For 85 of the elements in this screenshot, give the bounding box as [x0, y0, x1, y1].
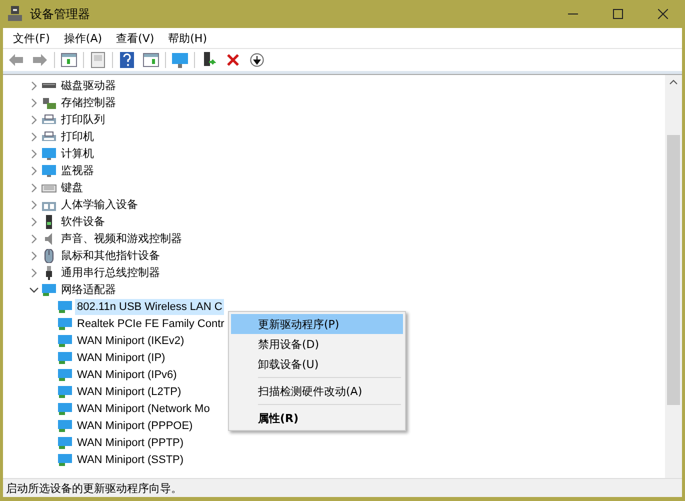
tree-item[interactable]: 计算机	[59, 146, 96, 162]
tree-item[interactable]: WAN Miniport (IKEv2)	[75, 332, 186, 348]
expand-chevron-icon[interactable]	[29, 268, 39, 278]
expand-chevron-icon[interactable]	[29, 166, 39, 176]
tree-item[interactable]: 通用串行总线控制器	[59, 264, 162, 280]
menu-item[interactable]: 操作(A)	[56, 30, 110, 46]
expand-chevron-icon[interactable]	[29, 200, 39, 210]
tree-item[interactable]: 802.11n USB Wireless LAN C	[75, 298, 224, 314]
maximize-icon	[612, 9, 622, 19]
network-adapter-icon	[57, 334, 73, 348]
context-menu-item[interactable]: 扫描检测硬件改动(A)	[231, 381, 403, 401]
tree-item[interactable]: WAN Miniport (PPTP)	[75, 434, 186, 450]
context-menu-item[interactable]: 禁用设备(D)	[231, 334, 403, 354]
tree-item[interactable]: 鼠标和其他指针设备	[59, 248, 162, 264]
printer-icon	[41, 112, 57, 126]
context-menu-item[interactable]: 卸载设备(U)	[231, 354, 403, 374]
help-button[interactable]	[117, 50, 137, 70]
expand-chevron-icon[interactable]	[29, 114, 39, 124]
expand-chevron-icon[interactable]	[29, 182, 39, 192]
tree-item[interactable]: Realtek PCIe FE Family Contr	[75, 316, 226, 332]
tree-item[interactable]: 人体学输入设备	[59, 196, 140, 212]
tree-item[interactable]: WAN Miniport (IP)	[75, 350, 168, 366]
context-menu-item[interactable]: 更新驱动程序(P)	[231, 314, 403, 334]
network-adapter-icon	[57, 452, 73, 466]
network-adapter-icon	[57, 384, 73, 398]
monitor-icon	[41, 164, 57, 178]
storage-controller-icon	[41, 96, 57, 110]
scrollbar[interactable]	[665, 75, 682, 478]
back-arrow-icon	[9, 54, 23, 66]
properties-button[interactable]	[88, 50, 108, 70]
device-arrow-icon	[202, 52, 216, 68]
network-adapter-icon	[57, 300, 73, 314]
menu-item[interactable]: 文件(F)	[6, 30, 57, 46]
network-adapter-icon	[57, 402, 73, 416]
toolbar-button[interactable]	[59, 50, 79, 70]
tree-item[interactable]: WAN Miniport (SSTP)	[75, 452, 186, 468]
scroll-up-icon[interactable]	[669, 79, 678, 85]
tree-item[interactable]: 磁盘驱动器	[59, 78, 118, 94]
expand-chevron-icon[interactable]	[29, 148, 39, 158]
context-menu-item[interactable]: 属性(R)	[231, 408, 403, 428]
window-title: 设备管理器	[30, 6, 91, 22]
tree-item[interactable]: WAN Miniport (PPPOE)	[75, 418, 195, 434]
delete-x-icon	[227, 54, 239, 66]
network-adapter-icon	[57, 350, 73, 364]
tree-item[interactable]: 打印机	[59, 128, 96, 144]
menu-item[interactable]: 帮助(H)	[161, 30, 214, 46]
download-button[interactable]	[247, 50, 267, 70]
expand-chevron-icon[interactable]	[29, 234, 39, 244]
monitor-icon	[172, 52, 188, 68]
status-text: 启动所选设备的更新驱动程序向导。	[6, 480, 182, 496]
network-adapter-icon	[57, 316, 73, 330]
tree-item[interactable]: 声音、视频和游戏控制器	[59, 230, 184, 246]
scrollbar-thumb[interactable]	[667, 135, 680, 405]
tree-item[interactable]: 存储控制器	[59, 94, 118, 110]
tree-item[interactable]: WAN Miniport (IPv6)	[75, 366, 179, 382]
tree-item[interactable]: WAN Miniport (Network Mo	[75, 400, 212, 416]
scan-button[interactable]	[170, 50, 190, 70]
tree-item[interactable]: 软件设备	[59, 214, 107, 230]
expand-chevron-icon[interactable]	[29, 80, 39, 90]
network-adapter-icon	[57, 368, 73, 382]
tree-item[interactable]: 打印队列	[59, 112, 107, 128]
toolbar-button[interactable]	[141, 50, 161, 70]
tree-item[interactable]: WAN Miniport (L2TP)	[75, 384, 184, 400]
menu-item[interactable]: 查看(V)	[109, 30, 162, 46]
network-adapter-icon	[41, 282, 57, 296]
disk-drive-icon	[41, 82, 57, 88]
printer-icon	[41, 130, 57, 144]
tree-item[interactable]: 网络适配器	[59, 282, 118, 298]
close-icon	[658, 9, 668, 19]
window-panel-icon	[61, 53, 77, 67]
device-manager-icon	[8, 6, 22, 22]
expand-chevron-icon[interactable]	[29, 250, 39, 260]
tree-item[interactable]: 监视器	[59, 162, 96, 178]
collapse-chevron-icon[interactable]	[29, 284, 39, 294]
monitor-icon	[41, 146, 57, 160]
tree-item[interactable]: 键盘	[59, 180, 85, 196]
properties-sheet-icon	[91, 52, 105, 68]
expand-chevron-icon[interactable]	[29, 216, 39, 226]
help-icon	[120, 52, 134, 68]
expand-chevron-icon[interactable]	[29, 132, 39, 142]
window-panel-icon	[143, 53, 159, 67]
network-adapter-icon	[57, 436, 73, 450]
expand-chevron-icon[interactable]	[29, 98, 39, 108]
network-adapter-icon	[57, 418, 73, 432]
forward-arrow-icon	[33, 54, 47, 66]
